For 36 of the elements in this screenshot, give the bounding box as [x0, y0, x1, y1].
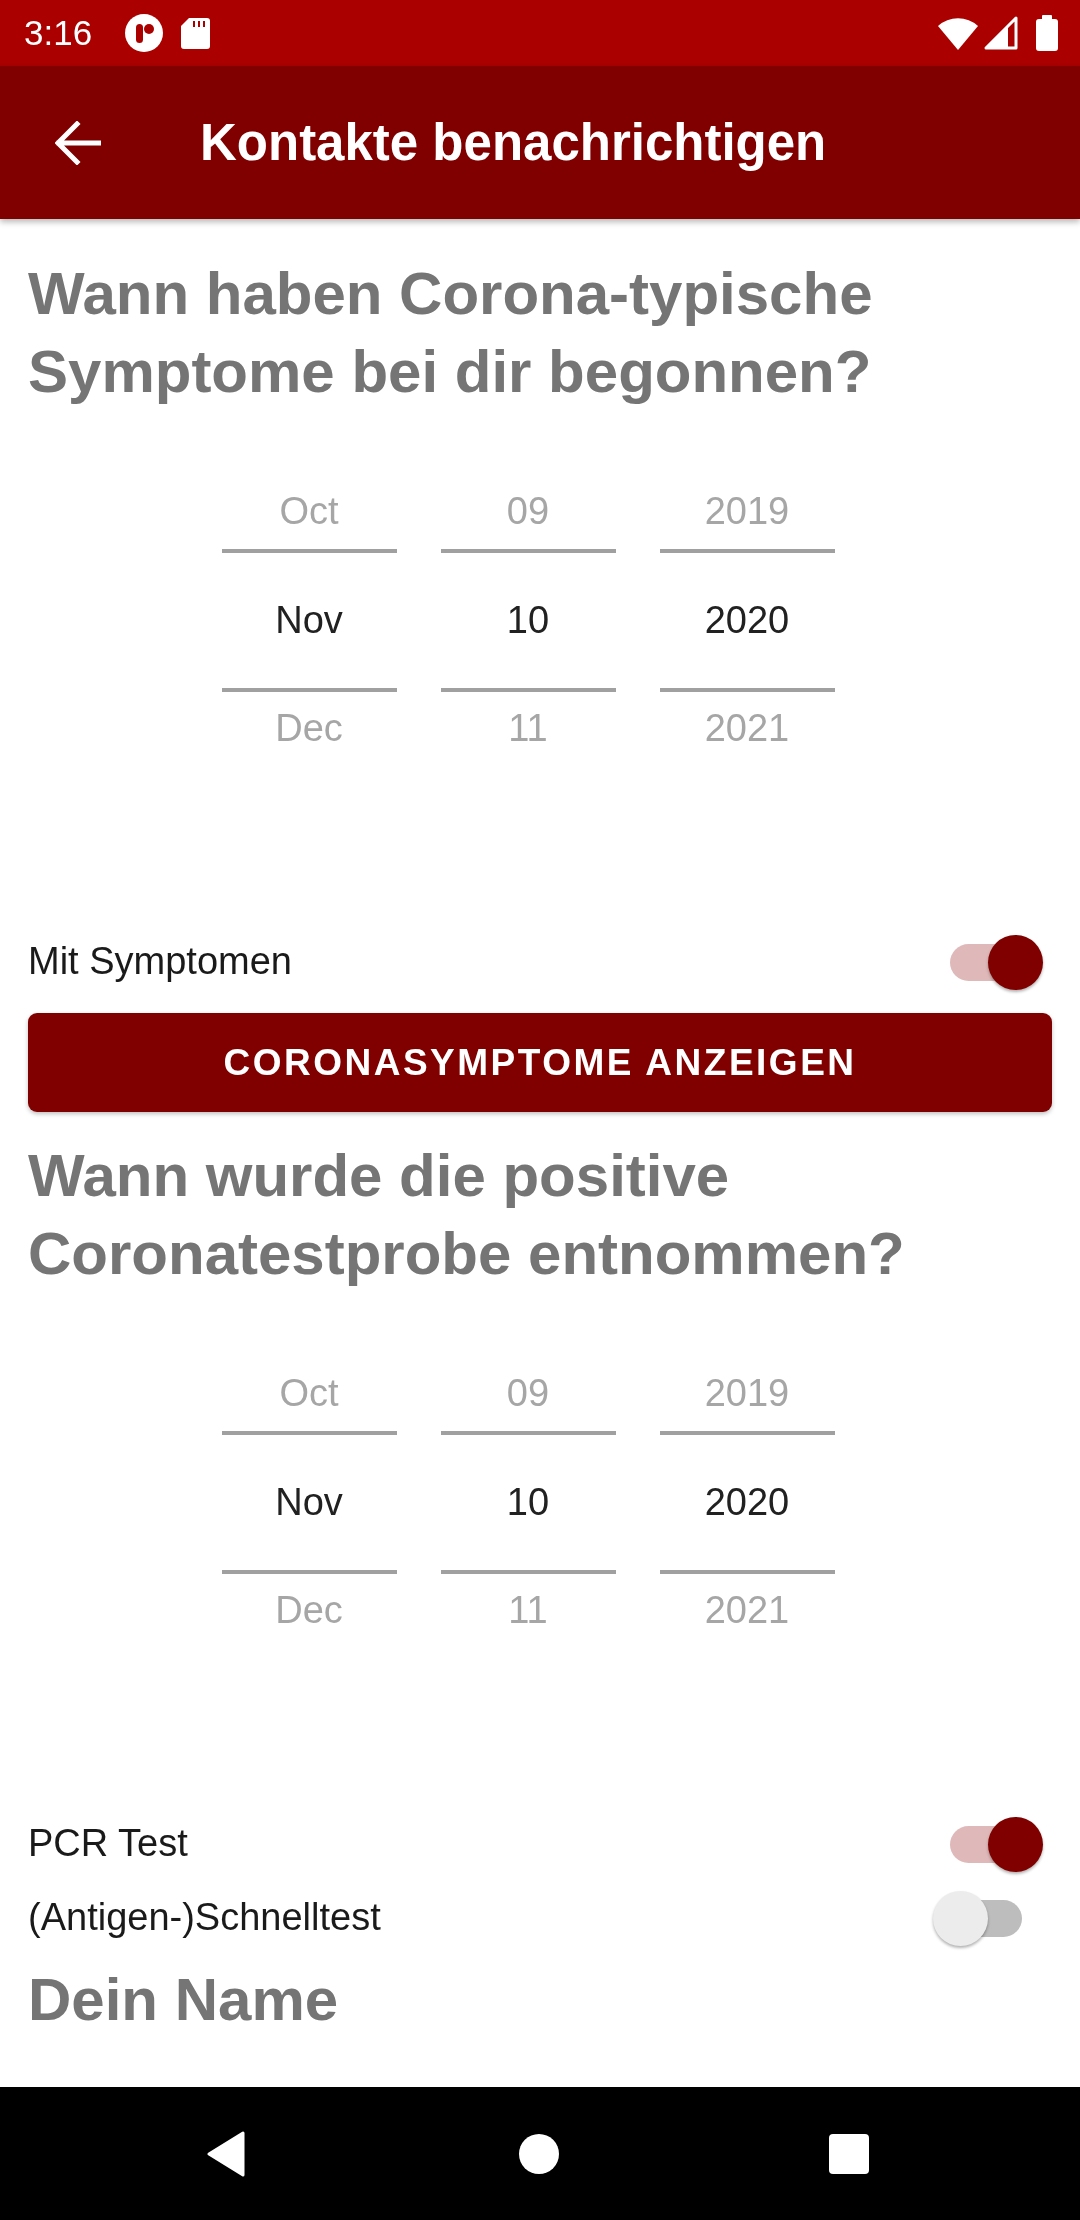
section-heading: Wann wurde die positive Coronatestprobe entnommen? [28, 1141, 906, 1289]
picker-selected-value[interactable]: Nov [275, 598, 343, 643]
notification-icon [125, 14, 164, 52]
picker-value[interactable]: 09 [506, 490, 550, 534]
wifi-icon [938, 16, 978, 50]
status-time: 3:16 [24, 12, 93, 54]
signal-icon [984, 16, 1018, 50]
primary-button[interactable]: CORONASYMPTOME ANZEIGEN [28, 1013, 1052, 1112]
sd-card-icon [181, 17, 211, 49]
section-heading: Wann haben Corona-typische Symptome bei dir begonnen? [28, 259, 874, 407]
picker-value[interactable]: Dec [275, 707, 343, 751]
screen-title: Kontakte benachrichtigen [200, 112, 827, 173]
picker-value[interactable]: 2019 [704, 1372, 790, 1416]
picker-selected-value[interactable]: Nov [275, 1480, 343, 1525]
picker-value[interactable]: Dec [275, 1589, 343, 1633]
section-heading: Dein Name [28, 1965, 339, 2035]
picker-value[interactable]: 2021 [704, 1589, 790, 1633]
nav-back-icon[interactable] [207, 2130, 245, 2177]
picker-selected-value[interactable]: 10 [506, 598, 550, 643]
switch-label: Mit Symptomen [28, 939, 292, 985]
picker-value[interactable]: Oct [279, 1372, 339, 1416]
picker-selected-value[interactable]: 2020 [704, 1480, 790, 1525]
picker-value[interactable]: Oct [279, 490, 339, 534]
back-icon[interactable] [55, 120, 101, 165]
home-icon[interactable] [519, 2133, 559, 2174]
picker-value[interactable]: 2019 [704, 490, 790, 534]
picker-selected-value[interactable]: 2020 [704, 598, 790, 643]
picker-value[interactable]: 2021 [704, 707, 790, 751]
battery-icon [1036, 15, 1058, 51]
picker-value[interactable]: 11 [508, 707, 548, 751]
picker-value[interactable]: 09 [506, 1372, 550, 1416]
switch-label: PCR Test [28, 1821, 188, 1867]
picker-selected-value[interactable]: 10 [506, 1480, 550, 1525]
recents-icon[interactable] [829, 2133, 869, 2174]
switch-label: (Antigen-)Schnelltest [28, 1895, 381, 1941]
picker-value[interactable]: 11 [508, 1589, 548, 1633]
